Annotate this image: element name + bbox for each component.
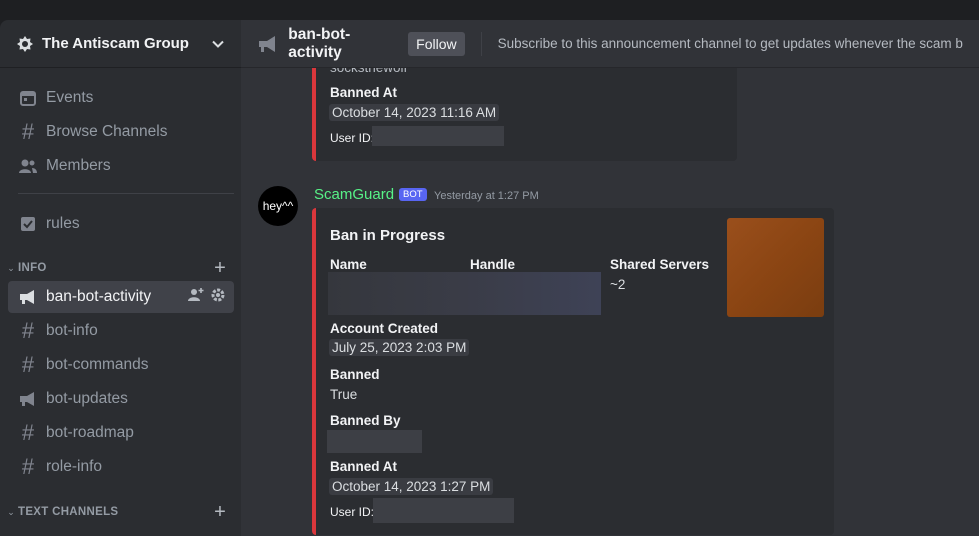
user-id-label: User ID: [330, 131, 375, 145]
user-id-label: User ID: [330, 505, 375, 519]
follow-button[interactable]: Follow [408, 31, 465, 56]
message-timestamp: Yesterday at 1:27 PM [434, 190, 539, 202]
hash-icon: # [21, 318, 35, 343]
server-name: The Antiscam Group [42, 35, 189, 52]
chevron-down-icon [211, 37, 225, 51]
banned-at-value: October 14, 2023 11:16 AM [329, 104, 500, 121]
sidebar-item-browse-channels[interactable]: # Browse Channels [8, 116, 234, 148]
banned-at-label: Banned At [330, 85, 397, 100]
redacted-banned-by [327, 430, 422, 453]
announcement-icon [257, 32, 280, 56]
sidebar-item-events[interactable]: Events [8, 82, 234, 114]
sidebar-item-role-info[interactable]: # role-info [8, 451, 234, 483]
embed-thumbnail[interactable] [727, 218, 824, 317]
channel-actions [188, 287, 226, 308]
sidebar-item-label: role-info [46, 458, 102, 475]
members-icon [18, 156, 38, 176]
sidebar-item-bot-info[interactable]: # bot-info [8, 315, 234, 347]
sidebar-item-ban-bot-activity[interactable]: ban-bot-activity [8, 281, 234, 313]
sidebar-item-label: Members [46, 157, 111, 174]
hash-icon: # [21, 352, 35, 377]
announcement-icon [18, 389, 38, 409]
sidebar-divider [18, 193, 234, 194]
gear-icon[interactable] [210, 287, 226, 308]
rules-icon [18, 214, 38, 234]
server-header[interactable]: The Antiscam Group [0, 20, 241, 68]
chevron-down-icon: ⌄ [7, 506, 15, 517]
sidebar-item-label: bot-roadmap [46, 424, 134, 441]
category-text-channels[interactable]: ⌄ TEXT CHANNELS + [4, 501, 236, 524]
server-badge-icon [16, 35, 34, 53]
invite-icon[interactable] [188, 287, 204, 308]
bot-badge: BOT [399, 188, 427, 201]
hash-icon: # [21, 420, 35, 445]
handle-label: Handle [470, 257, 516, 272]
account-created-value: July 25, 2023 2:03 PM [329, 339, 470, 356]
sidebar-item-label: Events [46, 89, 94, 106]
banned-value: True [330, 387, 358, 402]
announcement-icon [18, 287, 38, 307]
sidebar-item-label: ban-bot-activity [46, 288, 152, 305]
header-divider [480, 31, 482, 56]
banned-label: Banned [330, 367, 380, 382]
name-label: Name [330, 257, 367, 272]
category-name: INFO [18, 262, 47, 274]
sidebar-item-rules[interactable]: rules [8, 208, 234, 240]
category-name: TEXT CHANNELS [18, 506, 119, 518]
channel-sidebar: The Antiscam Group Events # Browse Chann… [0, 20, 241, 536]
avatar[interactable]: hey^^ [258, 186, 298, 226]
calendar-icon [18, 88, 38, 108]
chevron-down-icon: ⌄ [7, 262, 15, 273]
channel-header: ban-bot-activity Follow Subscribe to thi… [241, 20, 979, 68]
redacted-user-id [372, 126, 504, 146]
banned-by-label: Banned By [330, 413, 401, 428]
sidebar-item-bot-roadmap[interactable]: # bot-roadmap [8, 417, 234, 449]
username[interactable]: ScamGuard [314, 186, 394, 203]
account-created-label: Account Created [330, 321, 439, 336]
sidebar-item-label: bot-commands [46, 356, 149, 373]
sidebar-item-bot-commands[interactable]: # bot-commands [8, 349, 234, 381]
sidebar-item-bot-updates[interactable]: bot-updates [8, 383, 234, 415]
channel-topic[interactable]: Subscribe to this announcement channel t… [498, 36, 963, 51]
channel-title: ban-bot-activity [288, 25, 351, 61]
redacted-name-handle [328, 272, 601, 315]
sidebar-item-label: rules [46, 215, 80, 232]
category-info[interactable]: ⌄ INFO + [4, 257, 236, 280]
add-channel-icon[interactable]: + [210, 501, 230, 524]
shared-servers-label: Shared Servers [610, 257, 710, 272]
sidebar-item-label: bot-updates [46, 390, 128, 407]
banned-at-label: Banned At [330, 459, 397, 474]
redacted-user-id [373, 498, 514, 523]
title-bar-strip [0, 0, 979, 20]
browse-channels-icon: # [21, 119, 35, 144]
chat-area: ban-bot-activity Follow Subscribe to thi… [241, 20, 979, 536]
banned-at-value: October 14, 2023 1:27 PM [329, 478, 494, 495]
hash-icon: # [21, 454, 35, 479]
add-channel-icon[interactable]: + [210, 257, 230, 280]
sidebar-item-members[interactable]: Members [8, 150, 234, 182]
shared-servers-value: ~2 [610, 277, 626, 292]
embed-title: Ban in Progress [330, 227, 446, 244]
sidebar-item-label: Browse Channels [46, 123, 168, 140]
sidebar-item-label: bot-info [46, 322, 98, 339]
